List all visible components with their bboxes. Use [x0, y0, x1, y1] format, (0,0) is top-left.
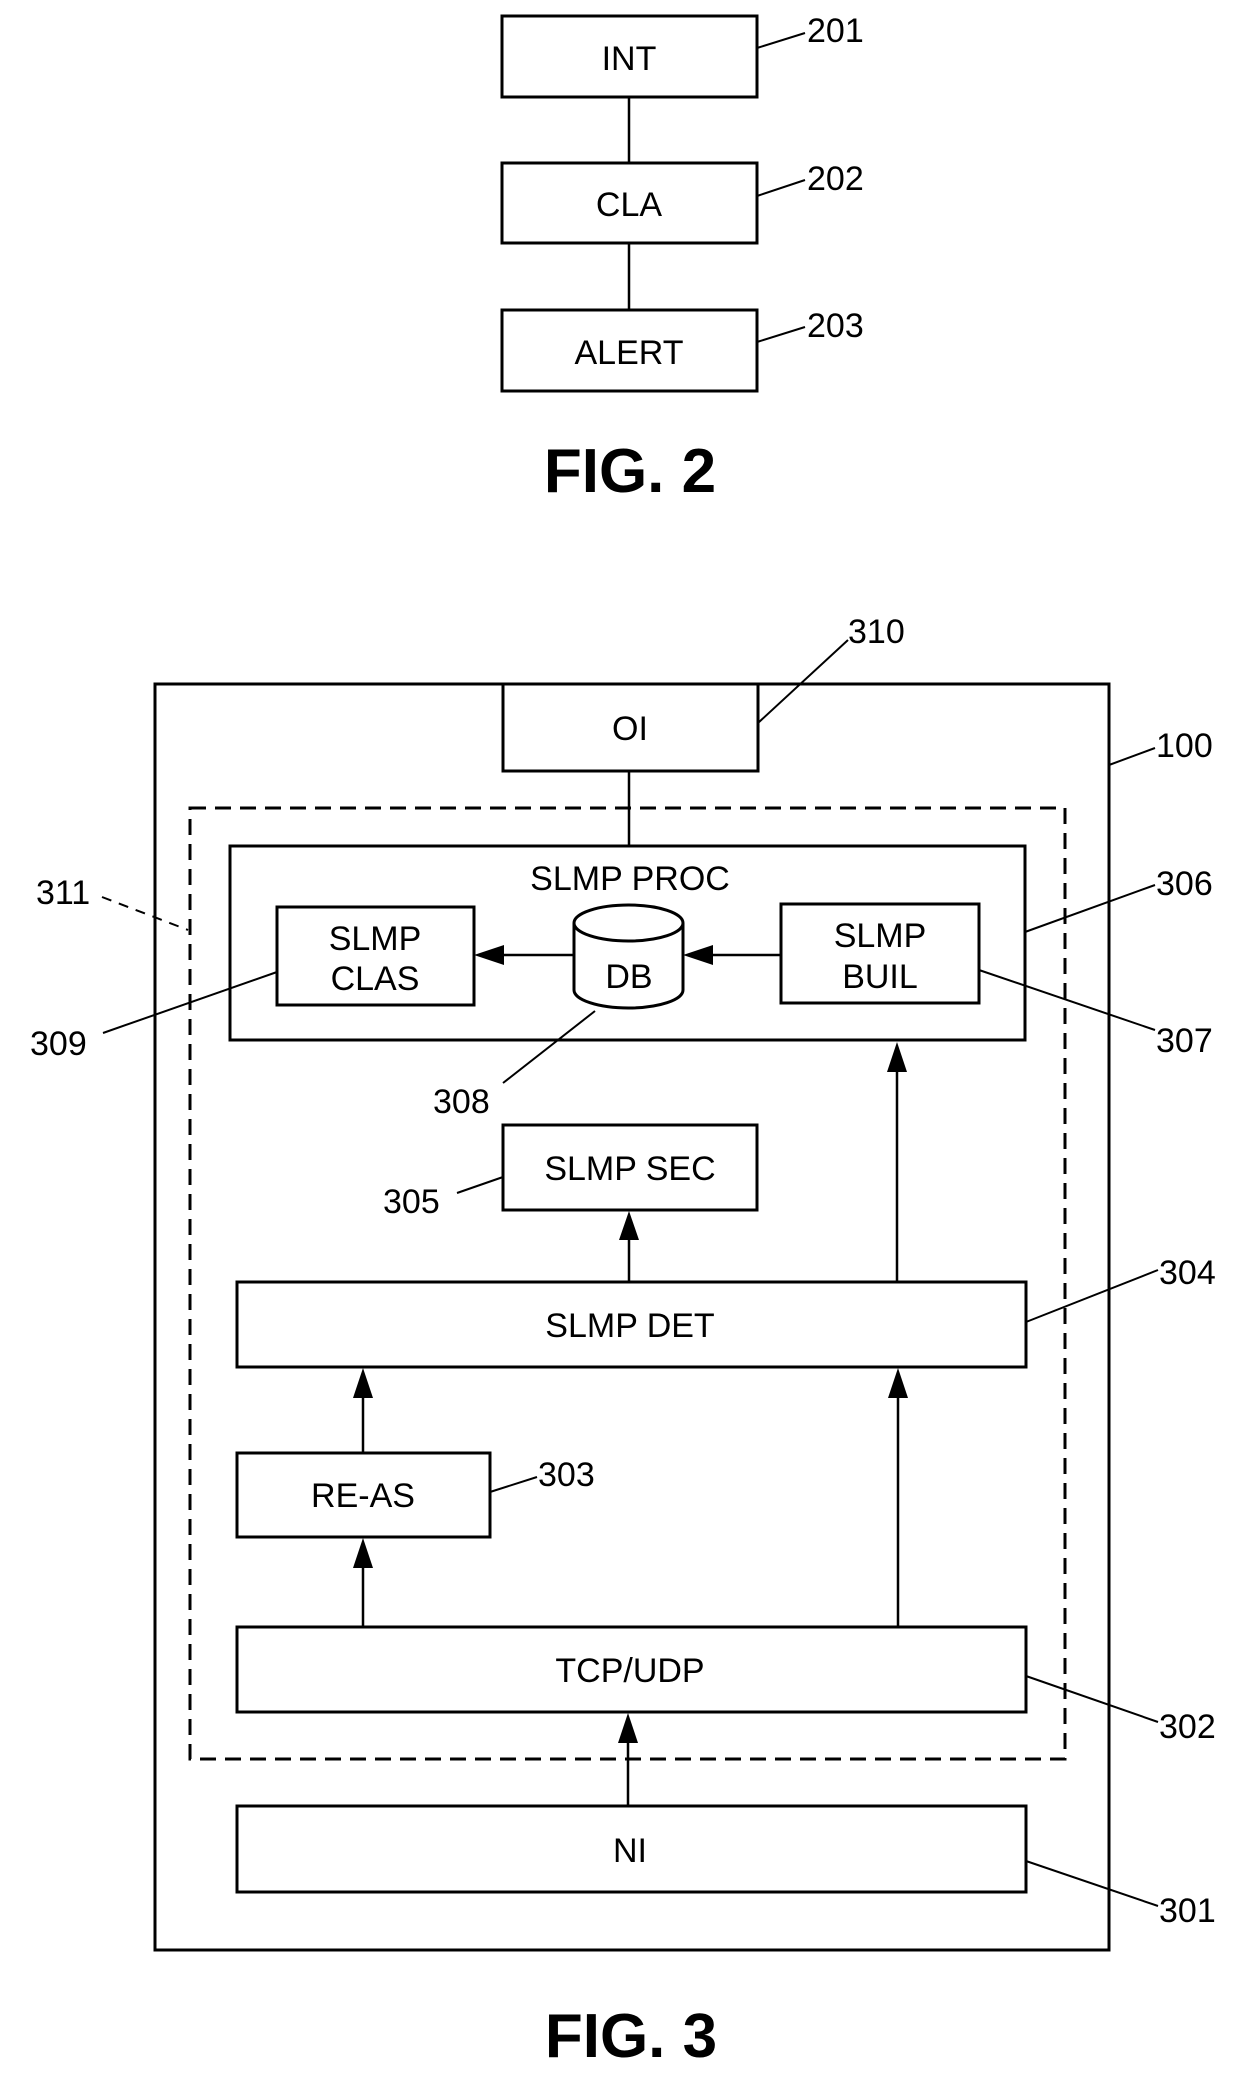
block-slmp-buil: SLMP BUIL: [779, 902, 981, 1005]
block-oi: OI: [501, 682, 760, 773]
patent-drawing-sheet: INT 201 CLA 202 ALERT 203 FIG. 2 100 311: [30, 12, 1216, 2071]
block-re-as: RE-AS: [235, 1451, 492, 1539]
slmp-buil-line1: SLMP: [834, 917, 927, 955]
ref-305: 305: [383, 1183, 440, 1221]
block-ni: NI: [235, 1804, 1028, 1894]
slmp-clas-line2: CLAS: [331, 960, 420, 998]
ref-100: 100: [1156, 727, 1213, 765]
slmp-sec-label: SLMP SEC: [544, 1150, 715, 1188]
slmp-clas-line1: SLMP: [329, 920, 422, 958]
slmp-buil-line2: BUIL: [842, 958, 918, 996]
ni-label: NI: [613, 1832, 647, 1870]
ref-304: 304: [1159, 1254, 1216, 1292]
cla-label: CLA: [596, 186, 662, 224]
ref-301: 301: [1159, 1892, 1216, 1930]
re-as-label: RE-AS: [311, 1477, 415, 1515]
ref-leader-100: [1108, 747, 1156, 766]
tcp-udp-label: TCP/UDP: [555, 1652, 704, 1690]
ref-leader-202: [756, 179, 806, 197]
alert-label: ALERT: [575, 334, 684, 372]
ref-306: 306: [1156, 865, 1213, 903]
int-label: INT: [602, 40, 657, 78]
ref-311: 311: [36, 874, 90, 912]
ref-leader-201: [756, 32, 806, 49]
ref-310: 310: [848, 613, 905, 651]
block-slmp-sec: SLMP SEC: [501, 1123, 759, 1212]
figure-2: INT 201 CLA 202 ALERT 203 FIG. 2: [500, 12, 864, 506]
db-cylinder-top: [572, 903, 685, 943]
db-label: DB: [605, 958, 652, 996]
block-alert: ALERT: [500, 308, 759, 393]
ref-309: 309: [30, 1025, 87, 1063]
figure-3-caption: FIG. 3: [545, 2002, 717, 2071]
figure-2-caption: FIG. 2: [544, 437, 716, 506]
ref-303: 303: [538, 1456, 595, 1494]
oi-label: OI: [612, 710, 648, 748]
ref-202: 202: [807, 160, 864, 198]
block-cla: CLA: [500, 161, 759, 245]
block-slmp-det: SLMP DET: [235, 1280, 1028, 1369]
figure-3: 100 311 OI 310 SLMP PROC 306 SLMP CLAS 3…: [30, 613, 1216, 2071]
slmp-proc-label: SLMP PROC: [530, 860, 730, 898]
ref-308: 308: [433, 1083, 490, 1121]
ref-201: 201: [807, 12, 864, 50]
block-int: INT: [500, 14, 759, 99]
block-slmp-clas: SLMP CLAS: [275, 905, 476, 1007]
ref-307: 307: [1156, 1022, 1213, 1060]
ref-203: 203: [807, 307, 864, 345]
ref-302: 302: [1159, 1708, 1216, 1746]
block-tcp-udp: TCP/UDP: [235, 1625, 1028, 1714]
ref-leader-203: [756, 326, 806, 343]
slmp-det-label: SLMP DET: [545, 1307, 714, 1345]
db-cylinder: DB: [572, 903, 685, 1010]
